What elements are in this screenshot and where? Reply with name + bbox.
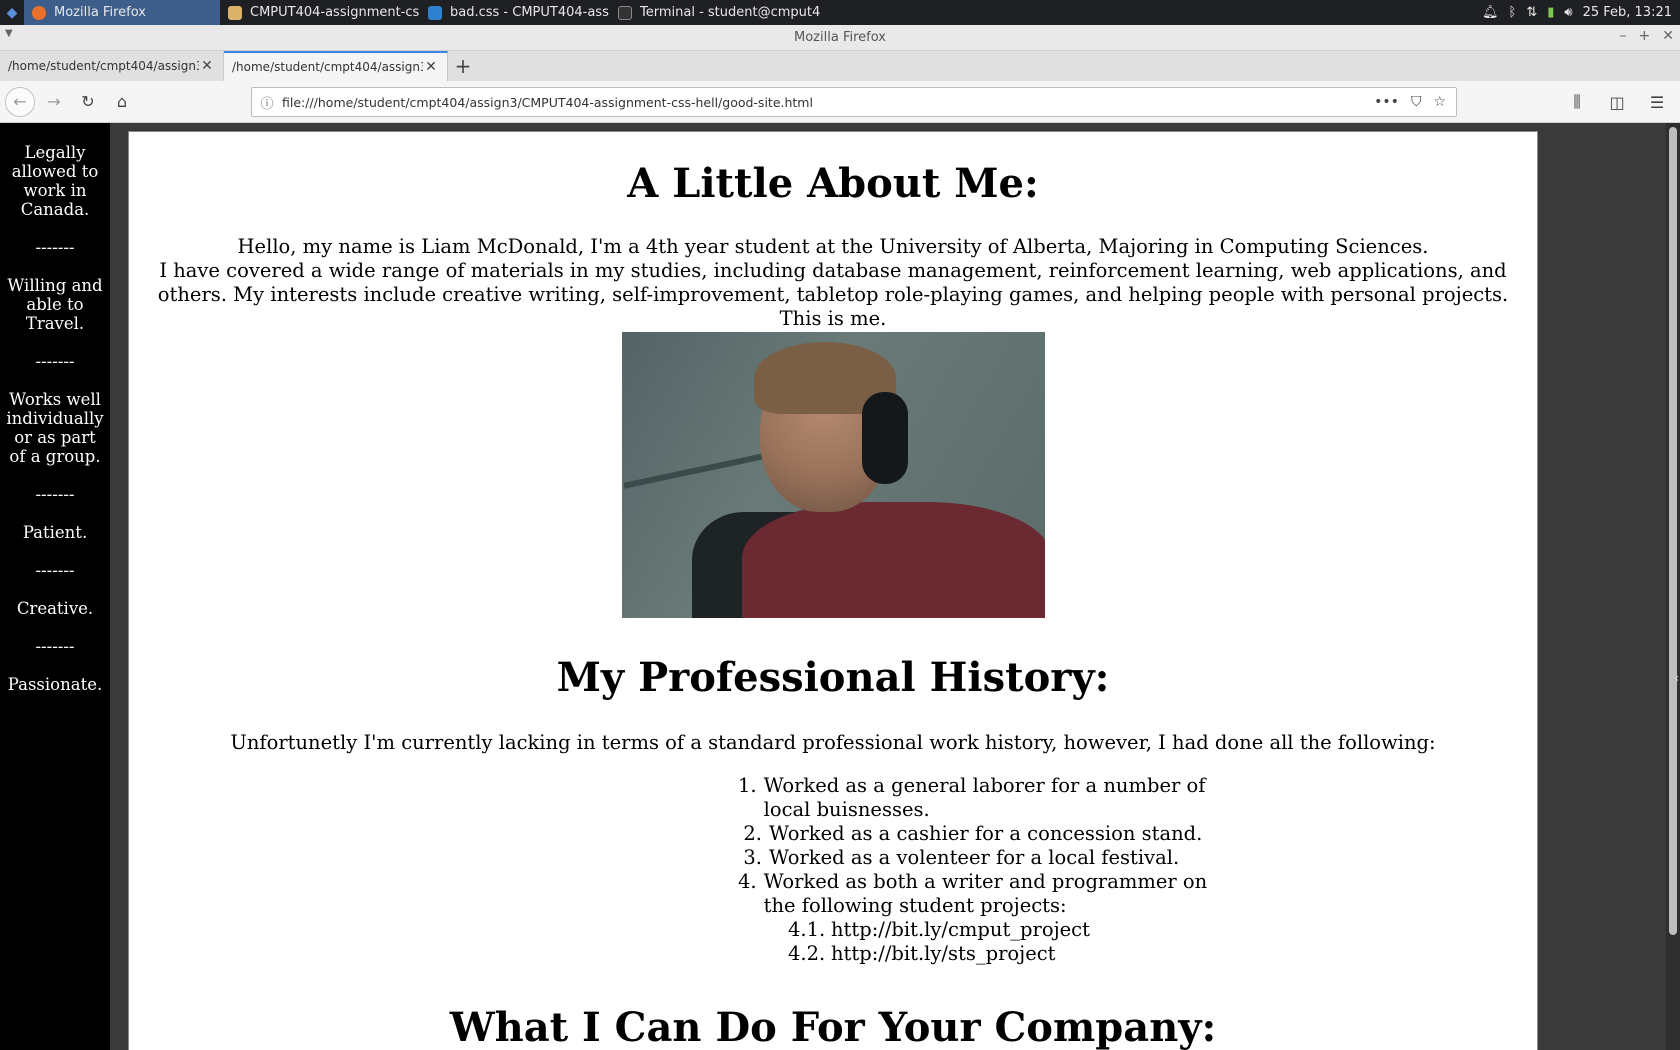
tab-strip: /home/student/cmpt404/assign3/ ✕ /home/s… (0, 51, 1680, 81)
taskbar-task-file-manager[interactable]: CMPUT404-assignment-css-... (220, 0, 420, 25)
pocket-icon[interactable]: ⛉ (1411, 94, 1422, 110)
main-content: A Little About Me: Hello, my name is Lia… (128, 131, 1538, 1050)
library-icon[interactable]: ⫼ (1562, 87, 1592, 117)
list-item: 4.2. http://bit.ly/sts_project (788, 942, 1233, 966)
new-tab-button[interactable]: + (448, 51, 478, 81)
page-actions-icon[interactable]: ••• (1374, 94, 1399, 110)
taskbar-task-vscode[interactable]: bad.css - CMPUT404-assign... (420, 0, 610, 25)
traits-sidebar: Legally allowed to work in Canada. -----… (0, 123, 110, 1050)
list-text: Worked as a volenteer for a local festiv… (769, 846, 1180, 869)
close-window-button[interactable]: ✕ (1662, 28, 1674, 44)
trait-separator: ------- (35, 485, 75, 504)
back-button[interactable]: ← (5, 86, 35, 117)
folder-icon (228, 5, 242, 20)
list-number: 2. (743, 822, 762, 845)
home-button[interactable]: ⌂ (107, 87, 137, 117)
notification-bell-icon[interactable]: 🔔︎ (1482, 5, 1499, 20)
window-title: Mozilla Firefox (794, 30, 886, 45)
intro-line: This is me. (779, 307, 887, 330)
project-link[interactable]: http://bit.ly/cmput_project (831, 918, 1090, 942)
network-icon[interactable]: ⇅ (1526, 5, 1537, 20)
trait-item: Works well individually or as part of a … (6, 390, 104, 466)
nav-right-tools: ⫼ ◫ ☰ (1562, 87, 1680, 117)
trait-separator: ------- (35, 637, 75, 656)
intro-text: Hello, my name is Liam McDonald, I'm a 4… (129, 235, 1537, 331)
browser-tab[interactable]: /home/student/cmpt404/assign3/ ✕ (0, 51, 224, 81)
list-number: 4.1. (788, 918, 826, 941)
nav-toolbar: ← → ↻ ⌂ ⓘ file:///home/student/cmpt404/a… (0, 81, 1680, 123)
browser-tab-active[interactable]: /home/student/cmpt404/assign3/ ✕ (224, 51, 448, 81)
intro-line: Hello, my name is Liam McDonald, I'm a 4… (237, 235, 1429, 258)
taskbar-task-label: Mozilla Firefox (54, 5, 146, 20)
battery-icon[interactable]: ▮ (1547, 5, 1554, 20)
about-heading: A Little About Me: (627, 160, 1039, 207)
url-bar[interactable]: ⓘ file:///home/student/cmpt404/assign3/C… (251, 87, 1457, 117)
photo-shirt (741, 502, 1045, 618)
list-number: 3. (743, 846, 762, 869)
trait-item: Patient. (22, 523, 88, 542)
list-number: 1. (738, 774, 757, 797)
volume-icon[interactable]: 🔊︎ (1564, 5, 1572, 20)
taskbar-task-terminal[interactable]: Terminal - student@cmput40... (610, 0, 820, 25)
list-item: 3. Worked as a volenteer for a local fest… (738, 846, 1233, 870)
url-actions: ••• ⛉ ☆ (1374, 94, 1456, 110)
history-list: 1. Worked as a general laborer for a numb… (433, 774, 1233, 966)
site-info-icon[interactable]: ⓘ (252, 93, 282, 112)
project-link[interactable]: http://bit.ly/sts_project (831, 942, 1056, 966)
trait-separator: ------- (35, 352, 75, 371)
clock[interactable]: 25 Feb, 13:21 (1583, 5, 1672, 20)
hamburger-menu-icon[interactable]: ☰ (1642, 87, 1672, 117)
page-viewport[interactable]: Legally allowed to work in Canada. -----… (0, 123, 1680, 1050)
trait-separator: ------- (35, 238, 75, 257)
bluetooth-icon[interactable]: ᛒ (1509, 5, 1517, 20)
list-number: 4.2. (788, 942, 826, 965)
window-controls: – + ✕ (1620, 28, 1674, 44)
forward-button[interactable]: → (39, 87, 69, 117)
tab-title: /home/student/cmpt404/assign3/ (8, 59, 199, 73)
tab-close-icon[interactable]: ✕ (423, 59, 439, 75)
page-scrollbar[interactable]: ‹ (1666, 123, 1680, 1050)
terminal-icon (618, 5, 632, 20)
url-text[interactable]: file:///home/student/cmpt404/assign3/CMP… (282, 95, 1374, 110)
tab-close-icon[interactable]: ✕ (199, 58, 215, 74)
history-intro: Unfortunetly I'm currently lacking in te… (230, 731, 1436, 754)
trait-item: Passionate. (7, 675, 103, 694)
profile-photo (621, 332, 1045, 618)
tab-title: /home/student/cmpt404/assign3/ (232, 60, 423, 74)
list-item: 2. Worked as a cashier for a concession s… (738, 822, 1233, 846)
history-heading: My Professional History: (556, 654, 1110, 701)
trait-item: Creative. (16, 599, 94, 618)
bookmark-star-icon[interactable]: ☆ (1433, 94, 1446, 110)
resize-cursor-icon: ‹ (1674, 671, 1679, 685)
photo-headphones (861, 392, 908, 484)
taskbar-task-label: bad.css - CMPUT404-assign... (450, 5, 610, 20)
trait-item: Willing and able to Travel. (7, 276, 103, 333)
system-taskbar: ◆ Mozilla Firefox CMPUT404-assignment-cs… (0, 0, 1680, 25)
taskbar-task-label: Terminal - student@cmput40... (640, 5, 820, 20)
taskbar-task-firefox[interactable]: Mozilla Firefox (24, 0, 220, 25)
trait-item: Legally allowed to work in Canada. (11, 143, 99, 219)
window-titlebar[interactable]: ▼ Mozilla Firefox – + ✕ (0, 25, 1680, 51)
system-tray: 🔔︎ ᛒ ⇅ ▮ 🔊︎ 25 Feb, 13:21 (1482, 5, 1680, 20)
company-heading: What I Can Do For Your Company: (449, 1004, 1217, 1050)
list-text: Worked as both a writer and programmer o… (763, 870, 1208, 917)
list-number: 4. (738, 870, 757, 893)
vscode-icon (428, 5, 442, 20)
list-item: 1. Worked as a general laborer for a numb… (738, 774, 1233, 822)
project-links-list: 4.1. http://bit.ly/cmput_project 4.2. http… (738, 918, 1233, 966)
list-item: 4.1. http://bit.ly/cmput_project (788, 918, 1233, 942)
firefox-icon (32, 5, 46, 20)
sidebar-toggle-icon[interactable]: ◫ (1602, 87, 1632, 117)
list-item: 4. Worked as both a writer and programmer… (738, 870, 1233, 918)
trait-separator: ------- (35, 561, 75, 580)
intro-line: I have covered a wide range of materials… (157, 259, 1509, 306)
minimize-button[interactable]: – (1620, 28, 1627, 44)
list-text: Worked as a cashier for a concession sta… (769, 822, 1203, 845)
list-text: Worked as a general laborer for a number… (763, 774, 1206, 821)
scrollbar-thumb[interactable] (1669, 127, 1677, 935)
maximize-button[interactable]: + (1639, 28, 1651, 44)
app-menu-icon[interactable]: ◆ (0, 0, 24, 25)
taskbar-task-label: CMPUT404-assignment-css-... (250, 5, 420, 20)
reload-button[interactable]: ↻ (73, 87, 103, 117)
